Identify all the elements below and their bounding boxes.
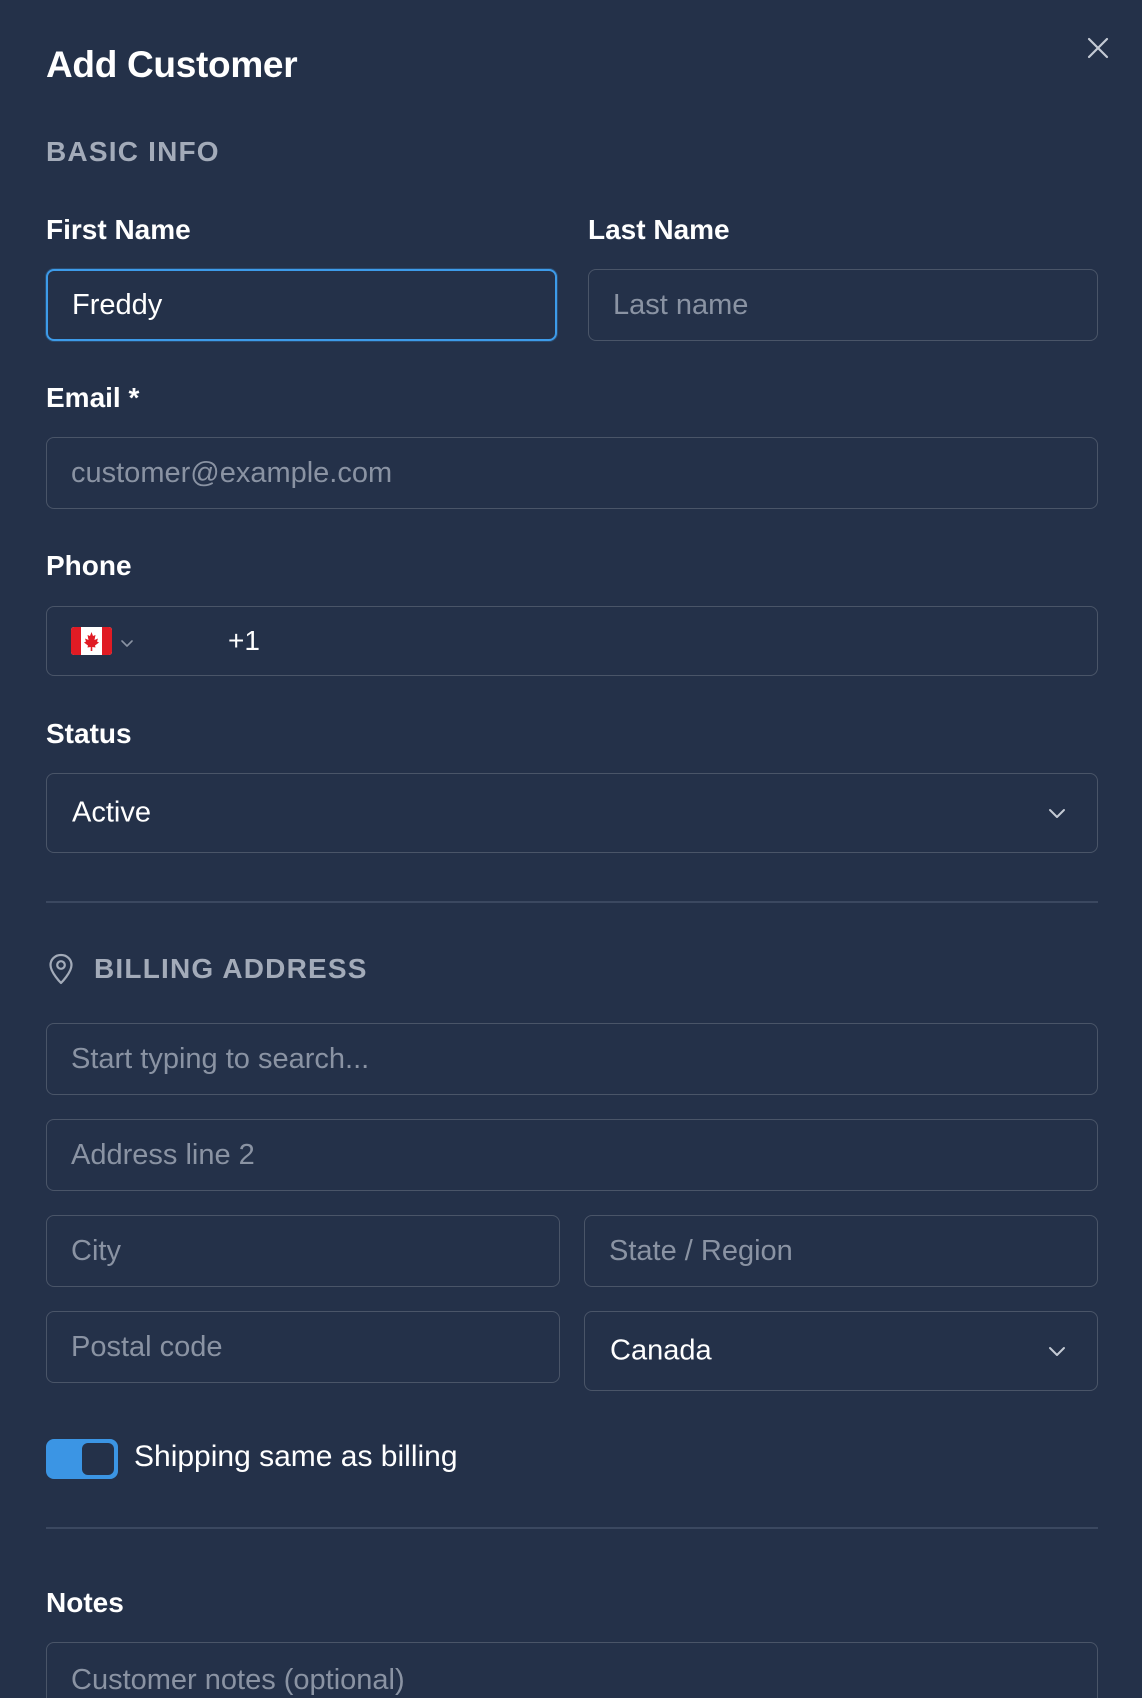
section-divider [46, 1527, 1098, 1529]
city-input[interactable] [46, 1215, 560, 1287]
last-name-input[interactable] [588, 269, 1098, 341]
country-selected-value: Canada [610, 1334, 712, 1367]
add-customer-modal: Add Customer BASIC INFO First Name Last … [0, 0, 1142, 1698]
phone-label: Phone [46, 550, 132, 581]
email-input[interactable] [46, 437, 1098, 509]
notes-textarea[interactable] [46, 1642, 1098, 1698]
chevron-down-icon [121, 640, 133, 647]
postal-code-input[interactable] [46, 1311, 560, 1383]
phone-input[interactable] [182, 607, 1082, 675]
address-line-1-input[interactable] [46, 1023, 1098, 1095]
first-name-input[interactable] [46, 269, 557, 341]
chevron-down-icon [1049, 809, 1065, 818]
toggle-knob [82, 1443, 114, 1475]
country-select[interactable]: Canada [584, 1311, 1098, 1391]
first-name-label: First Name [46, 214, 191, 245]
status-label: Status [46, 718, 132, 749]
notes-label: Notes [46, 1587, 124, 1618]
close-icon[interactable] [1084, 34, 1112, 62]
modal-title: Add Customer [46, 44, 298, 85]
status-selected-value: Active [72, 796, 151, 829]
state-region-input[interactable] [584, 1215, 1098, 1287]
billing-address-section-label: BILLING ADDRESS [94, 953, 368, 984]
map-pin-icon [49, 953, 73, 985]
chevron-down-icon [1049, 1347, 1065, 1356]
section-divider [46, 901, 1098, 903]
shipping-same-as-billing-toggle[interactable] [46, 1439, 118, 1479]
canada-flag-icon [71, 627, 112, 655]
shipping-same-as-billing-label: Shipping same as billing [134, 1440, 458, 1473]
basic-info-section-label: BASIC INFO [46, 136, 220, 167]
address-line-2-input[interactable] [46, 1119, 1098, 1191]
country-code-selector[interactable] [71, 627, 141, 657]
email-label: Email * [46, 382, 140, 413]
status-select[interactable]: Active [46, 773, 1098, 853]
last-name-label: Last Name [588, 214, 730, 245]
phone-field: +1 [46, 606, 1098, 676]
